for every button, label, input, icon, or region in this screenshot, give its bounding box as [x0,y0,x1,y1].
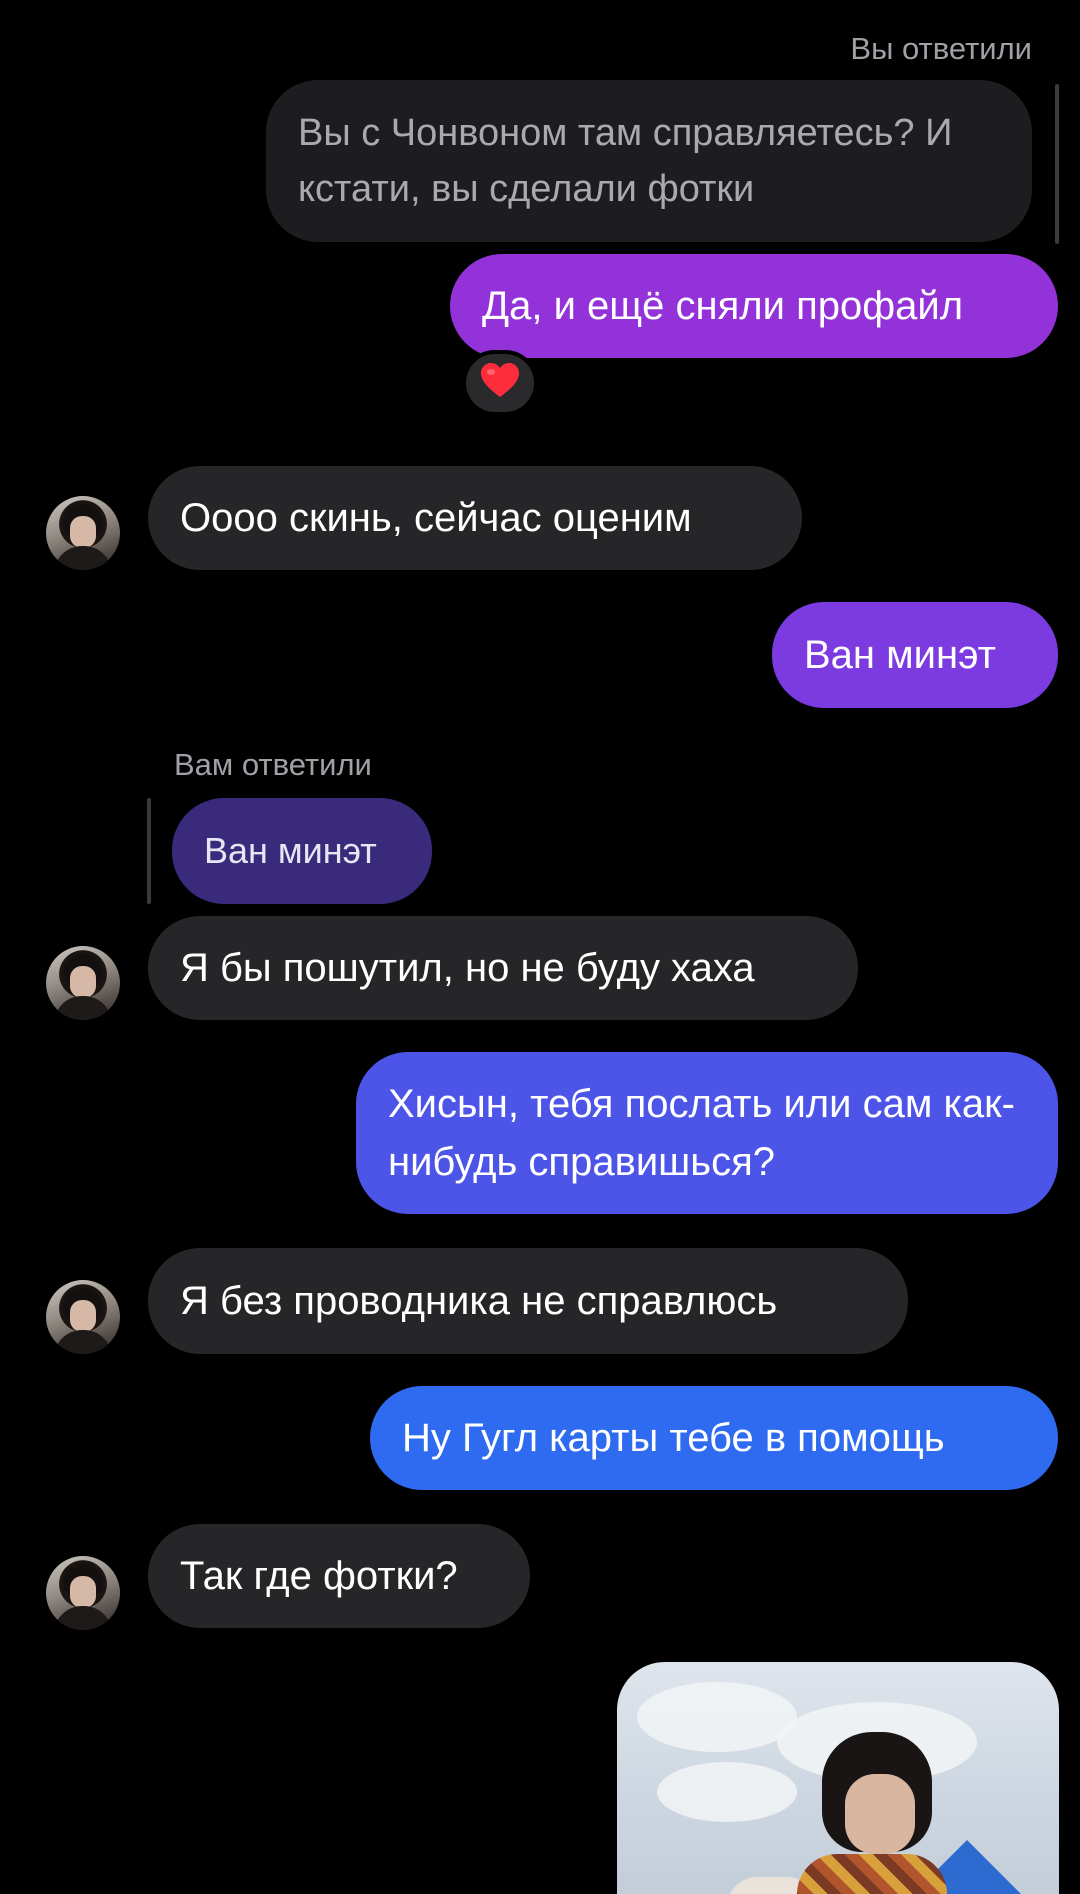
red-heart-emoji-icon [480,362,520,404]
scrollbar-thumb[interactable] [1055,84,1059,244]
incoming-message[interactable]: Я без проводника не справлюсь [148,1248,908,1354]
sent-photo-thumbnail[interactable] [617,1662,1059,1894]
contact-avatar[interactable] [46,1556,120,1630]
reply-you-caption: Вы ответили [850,31,1032,66]
quoted-message[interactable]: Вы с Чонвоном там справляетесь? И кстати… [266,80,1032,242]
contact-avatar[interactable] [46,496,120,570]
outgoing-message[interactable]: Да, и ещё сняли профайл [450,254,1058,358]
quote-bar [147,798,151,904]
incoming-message[interactable]: Так где фотки? [148,1524,530,1628]
outgoing-message[interactable]: Ну Гугл карты тебе в помощь [370,1386,1058,1490]
incoming-message[interactable]: Я бы пошутил, но не буду хаха [148,916,858,1020]
contact-avatar[interactable] [46,946,120,1020]
quoted-message[interactable]: Ван минэт [172,798,432,904]
reply-them-caption: Вам ответили [174,747,372,782]
outgoing-message[interactable]: Ван минэт [772,602,1058,708]
outgoing-message[interactable]: Хисын, тебя послать или сам как-нибудь с… [356,1052,1058,1214]
chat-thread[interactable]: Вы ответили Вы с Чонвоном там справляете… [0,0,1080,1894]
message-reaction[interactable] [462,350,538,416]
incoming-message[interactable]: Оооо скинь, сейчас оценим [148,466,802,570]
contact-avatar[interactable] [46,1280,120,1354]
